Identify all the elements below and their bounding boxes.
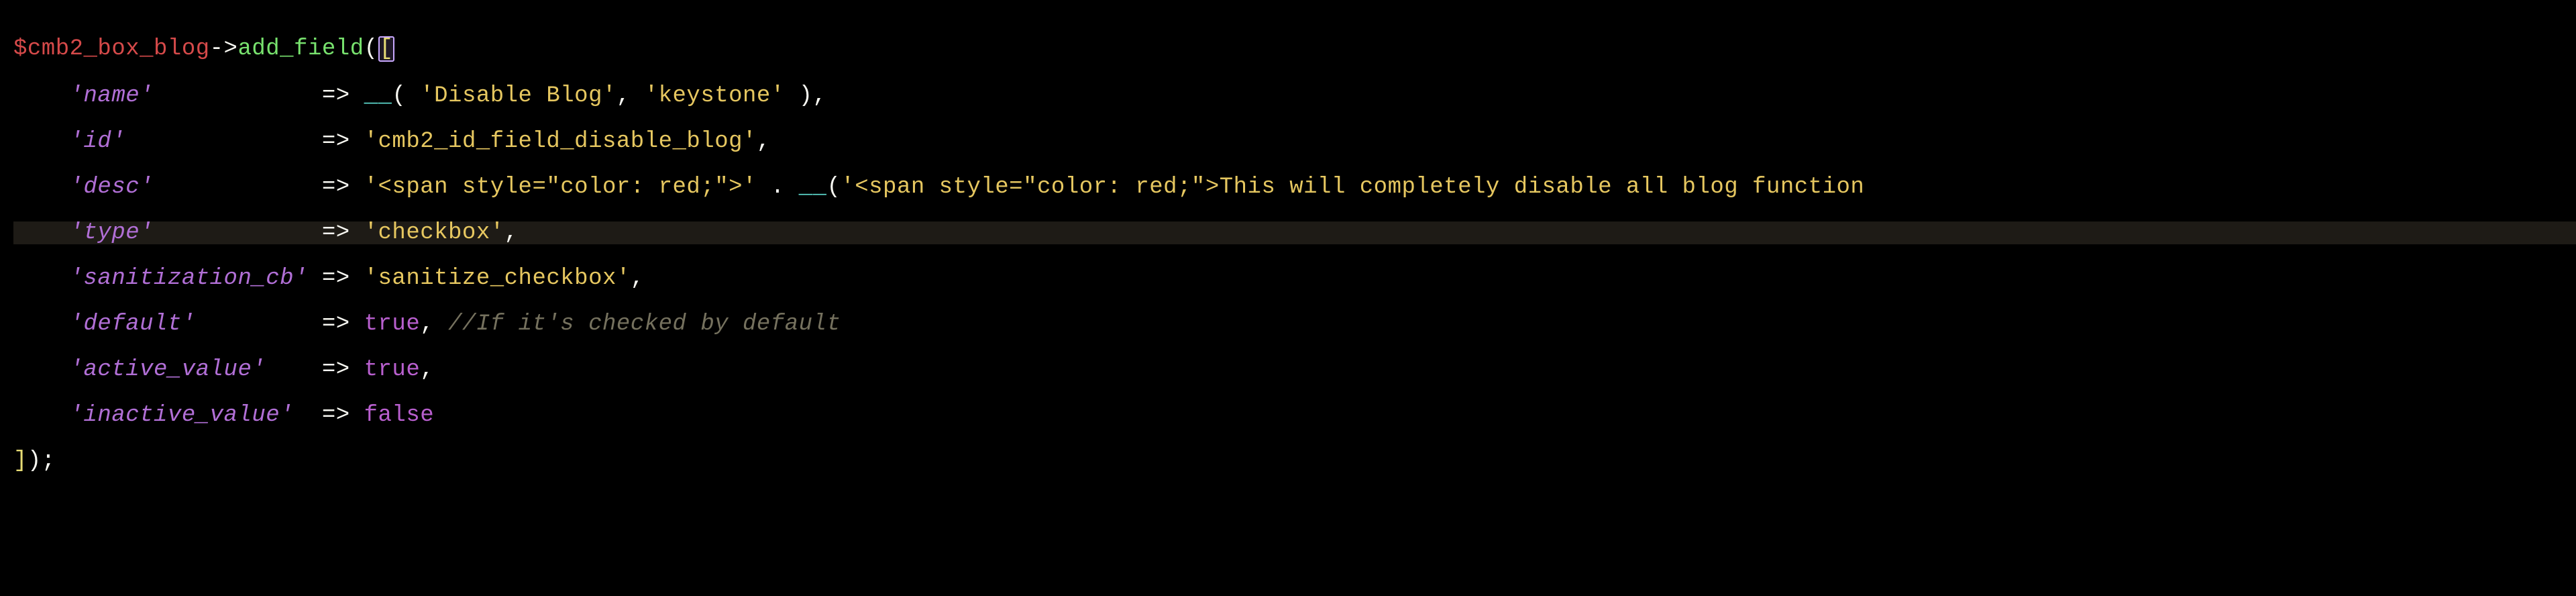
- token-array-key: 'name': [70, 83, 154, 109]
- token-array-key: 'desc': [70, 175, 154, 200]
- token-array-key: 'type': [70, 220, 154, 246]
- code-line: 'sanitization_cb' => 'sanitize_checkbox'…: [13, 267, 2576, 290]
- code-line: ]);: [13, 450, 2576, 473]
- code-line: 'inactive_value' => false: [13, 404, 2576, 427]
- token-comment: //If it's checked by default: [448, 311, 841, 337]
- token-double-arrow: =>: [322, 220, 350, 246]
- code-editor[interactable]: $cmb2_box_blog->add_field([ 'name' => __…: [0, 0, 2576, 495]
- cursor: [: [378, 36, 394, 62]
- token-double-arrow: =>: [322, 311, 350, 337]
- token-string: 'sanitize_checkbox': [364, 266, 631, 291]
- token-string: 'keystone': [645, 83, 785, 109]
- token-double-arrow: =>: [322, 403, 350, 428]
- code-line: 'desc' => '<span style="color: red;">' .…: [13, 176, 2576, 199]
- token-string: 'checkbox': [364, 220, 504, 246]
- code-line-current: 'type' => 'checkbox',: [13, 221, 2576, 244]
- token-string: 'cmb2_id_field_disable_blog': [364, 129, 757, 154]
- code-line: 'default' => true, //If it's checked by …: [13, 313, 2576, 336]
- token-double-arrow: =>: [322, 83, 350, 109]
- token-array-key: 'sanitization_cb': [70, 266, 308, 291]
- token-boolean: false: [364, 403, 435, 428]
- code-line: 'id' => 'cmb2_id_field_disable_blog',: [13, 130, 2576, 153]
- token-method: add_field: [237, 36, 364, 62]
- code-line: 'name' => __( 'Disable Blog', 'keystone'…: [13, 85, 2576, 107]
- token-operator: ->: [210, 36, 238, 62]
- token-boolean: true: [364, 311, 421, 337]
- token-boolean: true: [364, 357, 421, 383]
- token-bracket-close: ]: [13, 448, 28, 474]
- token-string: '<span style="color: red;">': [364, 175, 757, 200]
- token-double-arrow: =>: [322, 357, 350, 383]
- token-array-key: 'default': [70, 311, 196, 337]
- token-double-arrow: =>: [322, 266, 350, 291]
- token-array-key: 'id': [70, 129, 126, 154]
- token-array-key: 'inactive_value': [70, 403, 294, 428]
- token-double-arrow: =>: [322, 175, 350, 200]
- token-string: 'Disable Blog': [420, 83, 616, 109]
- token-variable: $cmb2_box_blog: [13, 36, 210, 62]
- token-string: '<span style="color: red;">This will com…: [841, 175, 1864, 200]
- token-double-arrow: =>: [322, 129, 350, 154]
- token-function: __: [799, 175, 827, 200]
- token-function: __: [364, 83, 392, 109]
- token-paren-open: (: [364, 36, 378, 62]
- code-line: $cmb2_box_blog->add_field([: [13, 36, 2576, 62]
- token-array-key: 'active_value': [70, 357, 266, 383]
- code-line: 'active_value' => true,: [13, 358, 2576, 381]
